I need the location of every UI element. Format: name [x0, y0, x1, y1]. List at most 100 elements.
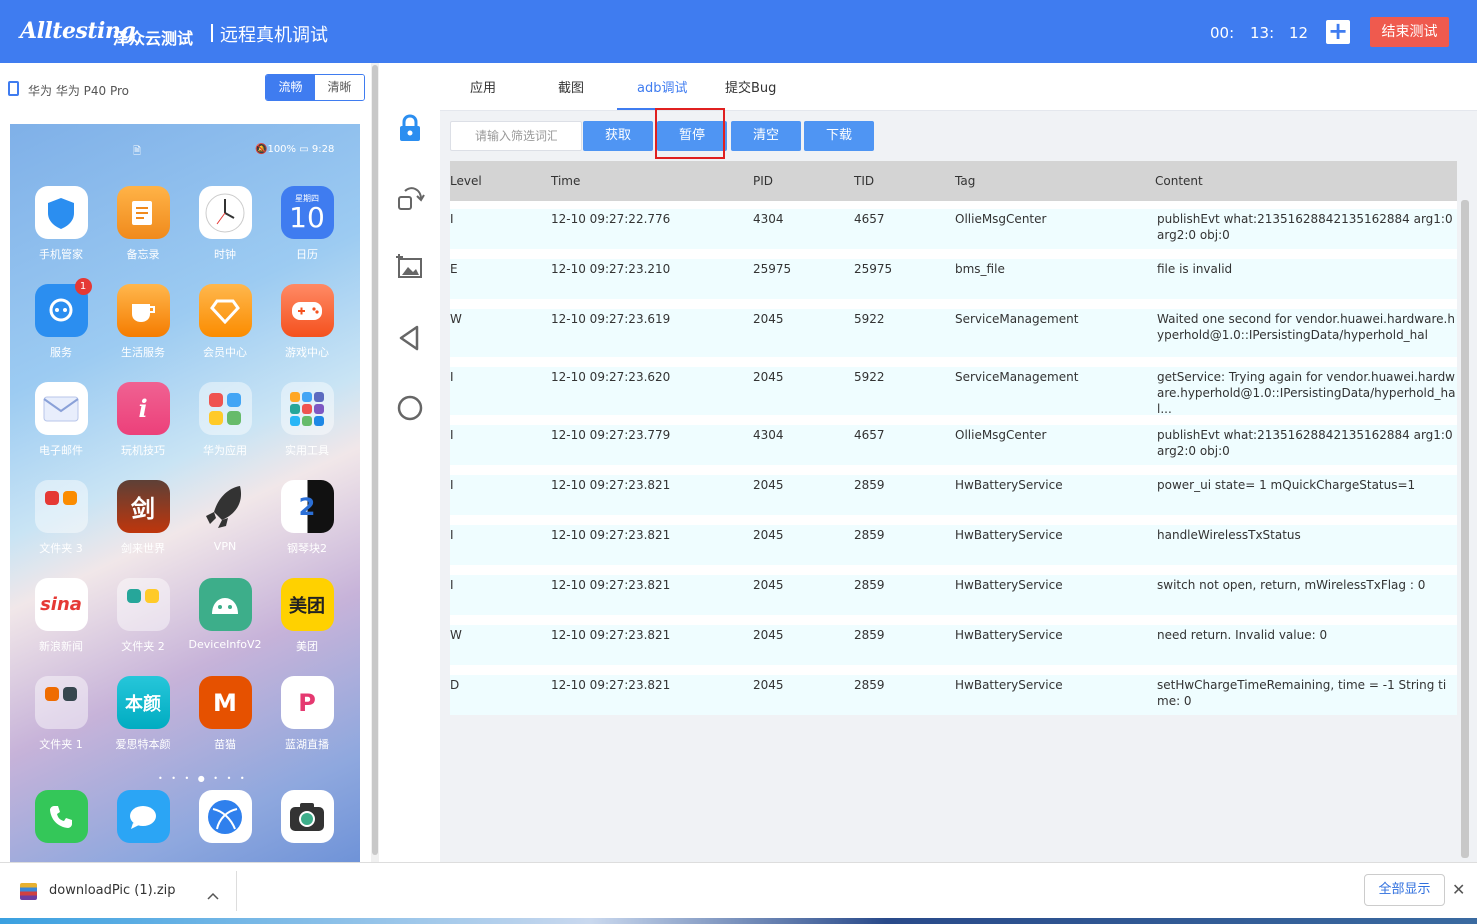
- left-scrollbar[interactable]: [371, 63, 379, 862]
- dock-camera[interactable]: [266, 790, 348, 843]
- app-sina-news[interactable]: sina 新浪新闻: [20, 578, 102, 654]
- meituan-icon: 美团: [280, 578, 334, 631]
- app-email[interactable]: 电子邮件: [20, 382, 102, 458]
- app-game-center[interactable]: 游戏中心: [266, 284, 348, 360]
- table-row: I 12-10 09:27:23.620 2045 5922 ServiceManage…: [450, 367, 1457, 416]
- phone-icon: [34, 790, 88, 843]
- app-service[interactable]: 1 服务: [20, 278, 102, 360]
- cell-content: need return. Invalid value: 0: [1157, 628, 1328, 642]
- app-label: 实用工具: [285, 444, 329, 457]
- show-all-button[interactable]: 全部显示: [1364, 874, 1445, 906]
- calendar-icon: 星期四 10: [280, 186, 334, 239]
- app-folder-huawei[interactable]: 华为应用: [184, 382, 266, 458]
- cell-pid: 2045: [753, 628, 784, 642]
- dock-messages[interactable]: [102, 790, 184, 843]
- cell-tid: 4657: [854, 428, 885, 442]
- app-vpn[interactable]: VPN: [184, 480, 266, 553]
- cell-pid: 2045: [753, 578, 784, 592]
- mail-icon: [34, 382, 88, 435]
- log-scrollbar[interactable]: [1461, 200, 1469, 858]
- title-separator: [211, 24, 213, 42]
- phone-device-icon: [8, 81, 19, 96]
- cell-tid: 5922: [854, 370, 885, 384]
- quality-smooth-option[interactable]: 流畅: [266, 75, 315, 100]
- cell-tid: 2859: [854, 628, 885, 642]
- chevron-up-icon[interactable]: [207, 885, 219, 904]
- lock-icon[interactable]: [395, 113, 425, 143]
- app-phone-manager[interactable]: 手机管家: [20, 186, 102, 262]
- quality-hd-option[interactable]: 清晰: [315, 75, 364, 100]
- app-folder-3[interactable]: 文件夹 3: [20, 480, 102, 556]
- app-deviceinfo[interactable]: DeviceInfoV2: [184, 578, 266, 651]
- table-row: I 12-10 09:27:23.779 4304 4657 OllieMsgCente…: [450, 425, 1457, 465]
- app-benyan[interactable]: 本颜 爱思特本颜: [102, 676, 184, 752]
- cell-tag: HwBatteryService: [955, 678, 1063, 692]
- app-label: 文件夹 2: [121, 640, 165, 653]
- app-notes[interactable]: 备忘录: [102, 186, 184, 262]
- filter-input[interactable]: [450, 121, 582, 151]
- clear-button[interactable]: 清空: [731, 121, 801, 151]
- app-clock[interactable]: 时钟: [184, 186, 266, 262]
- folder-icon: [116, 578, 170, 631]
- cell-time: 12-10 09:27:23.821: [551, 578, 671, 592]
- cell-level: W: [450, 312, 462, 326]
- cell-time: 12-10 09:27:23.821: [551, 628, 671, 642]
- cell-level: D: [450, 678, 460, 692]
- app-tips[interactable]: i 玩机技巧: [102, 382, 184, 458]
- app-folder-1[interactable]: 文件夹 1: [20, 676, 102, 752]
- cell-level: W: [450, 628, 462, 642]
- app-live[interactable]: P 蓝湖直播: [266, 676, 348, 752]
- screenshot-icon[interactable]: [395, 253, 425, 283]
- cell-level: I: [450, 428, 454, 442]
- cell-content: Waited one second for vendor.huawei.hard…: [1157, 312, 1455, 342]
- gamepad-icon: [280, 284, 334, 337]
- sina-icon: sina: [34, 578, 88, 631]
- cell-pid: 25975: [753, 262, 792, 276]
- col-time: Time: [551, 174, 581, 188]
- app-meituan[interactable]: 美团 美团: [266, 578, 348, 654]
- tab-adb-debug[interactable]: adb调试: [637, 77, 687, 96]
- app-folder-tools[interactable]: 实用工具: [266, 382, 348, 458]
- cell-tid: 2859: [854, 528, 885, 542]
- home-icon[interactable]: [395, 393, 425, 423]
- phone-screen[interactable]: 🗎 🔕100% ▭ 9:28 手机管家 备忘录 时钟 星期四 10 日历 1 服务…: [10, 124, 360, 862]
- cell-level: I: [450, 578, 454, 592]
- cell-pid: 2045: [753, 478, 784, 492]
- add-time-button[interactable]: +: [1326, 19, 1350, 44]
- diamond-icon: [198, 284, 252, 337]
- live-icon: P: [280, 676, 334, 729]
- rotate-icon[interactable]: [395, 183, 425, 213]
- table-row: I 12-10 09:27:23.821 2045 2859 HwBatteryServ…: [450, 525, 1457, 565]
- back-icon[interactable]: [395, 323, 425, 353]
- cell-time: 12-10 09:27:23.821: [551, 678, 671, 692]
- left-scrollbar-thumb[interactable]: [372, 65, 378, 855]
- tab-screenshot[interactable]: 截图: [558, 77, 584, 96]
- table-row: D 12-10 09:27:23.821 2045 2859 HwBatteryServ…: [450, 675, 1457, 715]
- app-jian-world[interactable]: 剑 剑来世界: [102, 480, 184, 556]
- app-member-center[interactable]: 会员中心: [184, 284, 266, 360]
- download-filename[interactable]: downloadPic (1).zip: [49, 883, 176, 898]
- app-maomao[interactable]: M 苗猫: [184, 676, 266, 752]
- app-folder-2[interactable]: 文件夹 2: [102, 578, 184, 654]
- col-pid: PID: [753, 174, 774, 188]
- app-label: 日历: [296, 248, 318, 261]
- dock-browser[interactable]: [184, 790, 266, 843]
- app-label: 蓝湖直播: [285, 738, 329, 751]
- close-icon[interactable]: ✕: [1452, 880, 1465, 899]
- app-calendar[interactable]: 星期四 10 日历: [266, 186, 348, 262]
- end-test-button[interactable]: 结束测试: [1370, 17, 1449, 47]
- clock-icon: [198, 186, 252, 239]
- app-life-service[interactable]: 生活服务: [102, 284, 184, 360]
- maomao-icon: M: [198, 676, 252, 729]
- app-label: 时钟: [214, 248, 236, 261]
- fetch-button[interactable]: 获取: [583, 121, 653, 151]
- app-label: 文件夹 1: [39, 738, 83, 751]
- cell-level: I: [450, 212, 454, 226]
- tab-submit-bug[interactable]: 提交Bug: [725, 77, 776, 96]
- app-label: 备忘录: [126, 248, 160, 261]
- taskbar-strip: [0, 918, 1477, 924]
- app-piano-tiles[interactable]: 2 钢琴块2: [266, 480, 348, 556]
- tab-apps[interactable]: 应用: [470, 77, 496, 96]
- download-button[interactable]: 下载: [804, 121, 874, 151]
- dock-phone[interactable]: [20, 790, 102, 843]
